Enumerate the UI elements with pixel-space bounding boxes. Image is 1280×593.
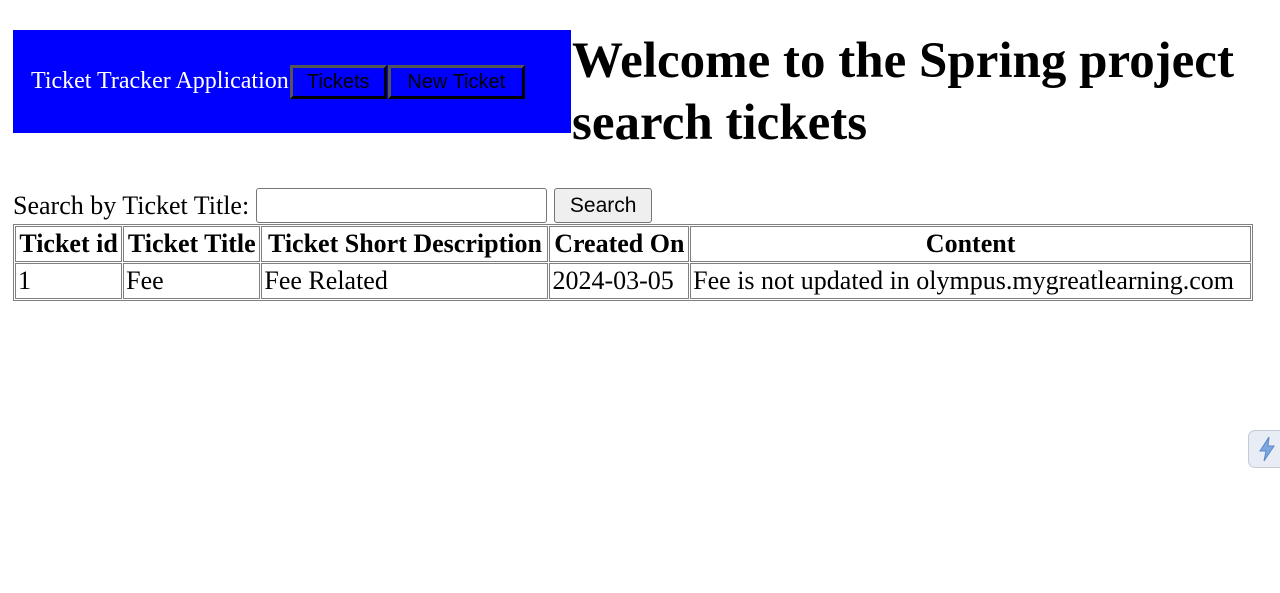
search-button[interactable]: Search <box>554 188 653 223</box>
header-ticket-id: Ticket id <box>15 226 123 262</box>
welcome-heading: Welcome to the Spring project <box>572 33 1234 89</box>
app-title: Ticket Tracker Application <box>31 68 289 94</box>
cell-created-on: 2024-03-05 <box>549 263 690 299</box>
search-tickets-heading: search tickets <box>572 95 868 151</box>
cell-ticket-title: Fee <box>123 263 261 299</box>
search-input[interactable] <box>256 188 548 223</box>
search-label: Search by Ticket Title: <box>13 190 250 220</box>
header-content: Content <box>690 226 1251 262</box>
cell-content: Fee is not updated in olympus.mygreatlea… <box>690 263 1251 299</box>
cell-ticket-id: 1 <box>15 263 123 299</box>
tickets-table: Ticket id Ticket Title Ticket Short Desc… <box>13 224 1253 301</box>
search-form: Search by Ticket Title: Search <box>13 188 653 223</box>
navbar: Ticket Tracker Application Tickets New T… <box>13 30 571 133</box>
cell-short-description: Fee Related <box>261 263 549 299</box>
header-ticket-title: Ticket Title <box>123 226 261 262</box>
new-ticket-button[interactable]: New Ticket <box>387 64 525 99</box>
header-short-description: Ticket Short Description <box>261 226 549 262</box>
table-row: 1 Fee Fee Related 2024-03-05 Fee is not … <box>15 263 1251 299</box>
lightning-bolt-icon[interactable] <box>1248 430 1280 468</box>
header-created-on: Created On <box>549 226 690 262</box>
table-header-row: Ticket id Ticket Title Ticket Short Desc… <box>15 226 1251 262</box>
page-heading: Welcome to the Spring project search tic… <box>572 30 1280 154</box>
tickets-button[interactable]: Tickets <box>289 64 387 99</box>
